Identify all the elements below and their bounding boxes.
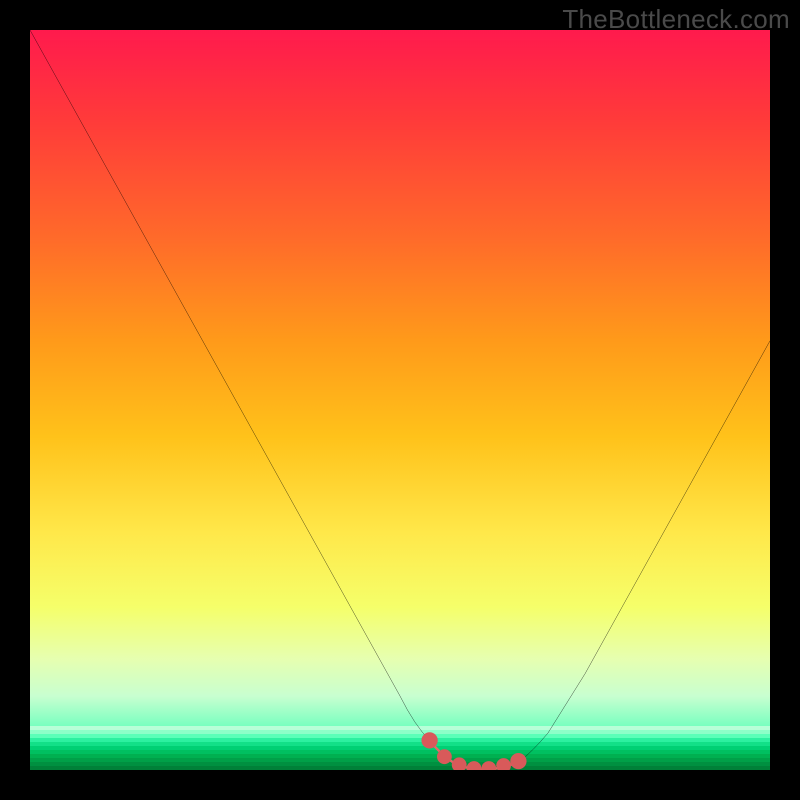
optimal-range-dots	[421, 732, 526, 770]
curve-layer	[30, 30, 770, 770]
bottleneck-curve	[30, 30, 770, 770]
plot-area	[30, 30, 770, 770]
chart-stage: TheBottleneck.com	[0, 0, 800, 800]
